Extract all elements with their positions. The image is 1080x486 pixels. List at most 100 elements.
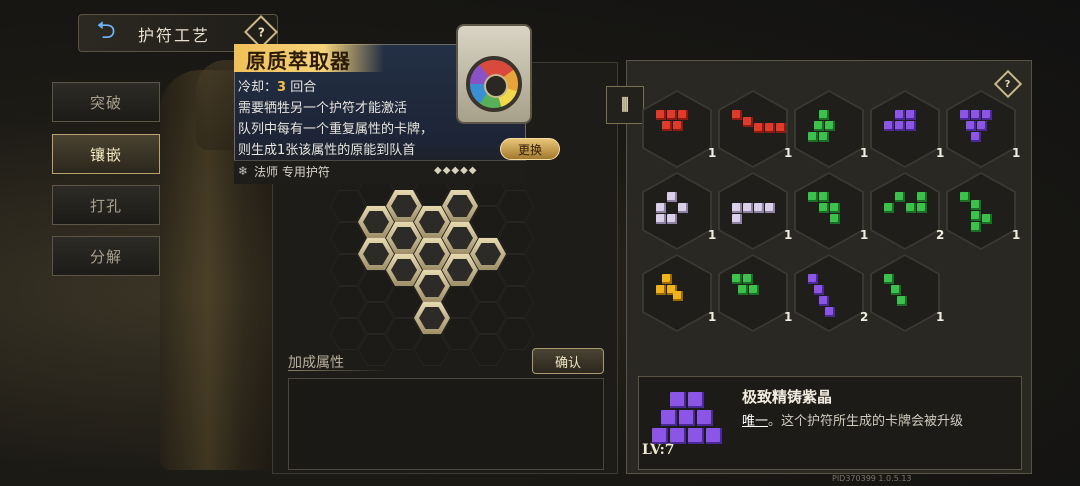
tab-breakthrough[interactable]: 突破 <box>52 82 160 122</box>
socket-hex[interactable] <box>414 206 450 238</box>
gem-count: 1 <box>708 310 717 324</box>
gem-count: 1 <box>784 228 793 242</box>
gem-effect-text: 。这个护符所生成的卡牌会被升级 <box>768 414 964 429</box>
socket-hex[interactable] <box>442 254 478 286</box>
back-arrow-icon: ⮌ <box>96 15 116 44</box>
tab-decompose[interactable]: 分解 <box>52 236 160 276</box>
gem-cube-icon <box>813 285 824 295</box>
gem-count: 1 <box>708 228 717 242</box>
change-amulet-button[interactable]: 更换 <box>500 138 560 160</box>
socket-hex[interactable] <box>442 222 478 254</box>
filter-button[interactable]: ⫼ <box>606 86 644 124</box>
amulet-name: 原质萃取器 <box>246 49 351 73</box>
socket-hex[interactable] <box>330 222 366 254</box>
back-button[interactable]: ⮌ <box>86 16 126 50</box>
gem-cube-icon <box>960 192 970 202</box>
gem-cube-icon <box>884 121 894 131</box>
gem-cube-icon <box>697 410 713 426</box>
gem-cube-icon <box>895 192 905 202</box>
tab-inlay[interactable]: 镶嵌 <box>52 134 160 174</box>
gem-cube-icon <box>732 110 742 120</box>
gem-cube-icon <box>776 123 786 134</box>
tooltip-line-1: 需要牺牲另一个护符才能激活 <box>238 101 408 116</box>
socket-hex[interactable] <box>498 286 534 318</box>
socket-hex[interactable] <box>414 270 450 302</box>
tooltip-line-3: 则生成1张该属性的原能到队首 <box>238 143 416 158</box>
gem-cube-icon <box>667 192 677 202</box>
gem-cube-icon <box>982 110 992 120</box>
socket-hex[interactable] <box>442 286 478 318</box>
socket-hex[interactable] <box>386 222 422 254</box>
socket-hex[interactable] <box>386 254 422 286</box>
gem-cube-icon <box>895 110 905 120</box>
gem-cube-icon <box>661 410 677 426</box>
socket-hex[interactable] <box>386 286 422 318</box>
gem-cube-icon <box>976 121 987 131</box>
gem-cube-icon <box>813 121 824 131</box>
gem-cube-icon <box>971 110 981 120</box>
gem-cube-icon <box>656 203 666 213</box>
tab-punch[interactable]: 打孔 <box>52 185 160 225</box>
socket-hex[interactable] <box>470 270 506 302</box>
gem-cube-icon <box>906 203 916 213</box>
socket-hex[interactable] <box>358 302 394 334</box>
socket-hex[interactable] <box>386 190 422 222</box>
gem-cube-icon <box>971 132 981 142</box>
socket-hex[interactable] <box>358 206 394 238</box>
gem-cube-icon <box>917 203 927 213</box>
gem-cube-icon <box>884 274 894 284</box>
bonus-attribute-label: 加成属性 <box>288 355 344 371</box>
gem-description: 唯一。这个护符所生成的卡牌会被升级 <box>742 410 963 429</box>
filter-icon: ⫼ <box>621 95 629 114</box>
gem-count: 2 <box>860 310 869 324</box>
socket-hex[interactable] <box>498 190 534 222</box>
gem-cube-icon <box>678 203 688 213</box>
socket-board[interactable] <box>330 170 550 366</box>
gem-cube-icon <box>737 285 748 295</box>
gem-cube-icon <box>661 274 672 284</box>
socket-hex[interactable] <box>442 190 478 222</box>
socket-hex[interactable] <box>498 254 534 286</box>
rarity-pips-icon: ◆◆◆◆◆ <box>434 165 478 176</box>
gem-cube-icon <box>743 116 753 127</box>
socket-hex[interactable] <box>358 270 394 302</box>
gem-cube-icon <box>672 121 683 131</box>
gem-cube-icon <box>906 110 916 120</box>
socket-hex[interactable] <box>498 222 534 254</box>
socket-hex[interactable] <box>498 318 534 350</box>
cooldown-label: 冷却： <box>238 80 278 95</box>
gem-count: 1 <box>784 146 793 160</box>
socket-hex[interactable] <box>358 238 394 270</box>
gem-count: 1 <box>936 310 945 324</box>
socket-hex[interactable] <box>470 302 506 334</box>
gem-cube-icon <box>743 203 753 213</box>
gem-cube-icon <box>679 410 695 426</box>
socket-hex[interactable] <box>330 190 366 222</box>
class-label: 法师 专用护符 <box>254 165 330 179</box>
gem-level: LV:7 <box>642 442 675 458</box>
socket-hex[interactable] <box>330 254 366 286</box>
gem-count: 1 <box>936 146 945 160</box>
socket-hex[interactable] <box>470 238 506 270</box>
socket-hex[interactable] <box>414 302 450 334</box>
socket-hex[interactable] <box>330 286 366 318</box>
confirm-button[interactable]: 确认 <box>532 348 604 374</box>
gem-cube-icon <box>656 110 666 120</box>
socket-hex[interactable] <box>330 318 366 350</box>
gem-cube-icon <box>732 274 742 284</box>
gem-cube-icon <box>670 392 686 408</box>
gem-count: 1 <box>860 146 869 160</box>
amulet-wheel-icon <box>466 56 522 112</box>
socket-hex[interactable] <box>470 206 506 238</box>
gem-cube-icon <box>661 121 672 131</box>
gem-cube-icon <box>971 199 981 210</box>
gem-cube-icon <box>765 203 775 213</box>
gem-cube-icon <box>808 192 818 202</box>
gem-cube-icon <box>808 132 818 142</box>
socket-hex[interactable] <box>386 318 422 350</box>
socket-hex[interactable] <box>442 318 478 350</box>
cooldown-value: 3 <box>277 80 287 95</box>
mage-class-icon: ❄ <box>238 164 249 178</box>
gem-cube-icon <box>748 285 759 295</box>
socket-hex[interactable] <box>414 238 450 270</box>
